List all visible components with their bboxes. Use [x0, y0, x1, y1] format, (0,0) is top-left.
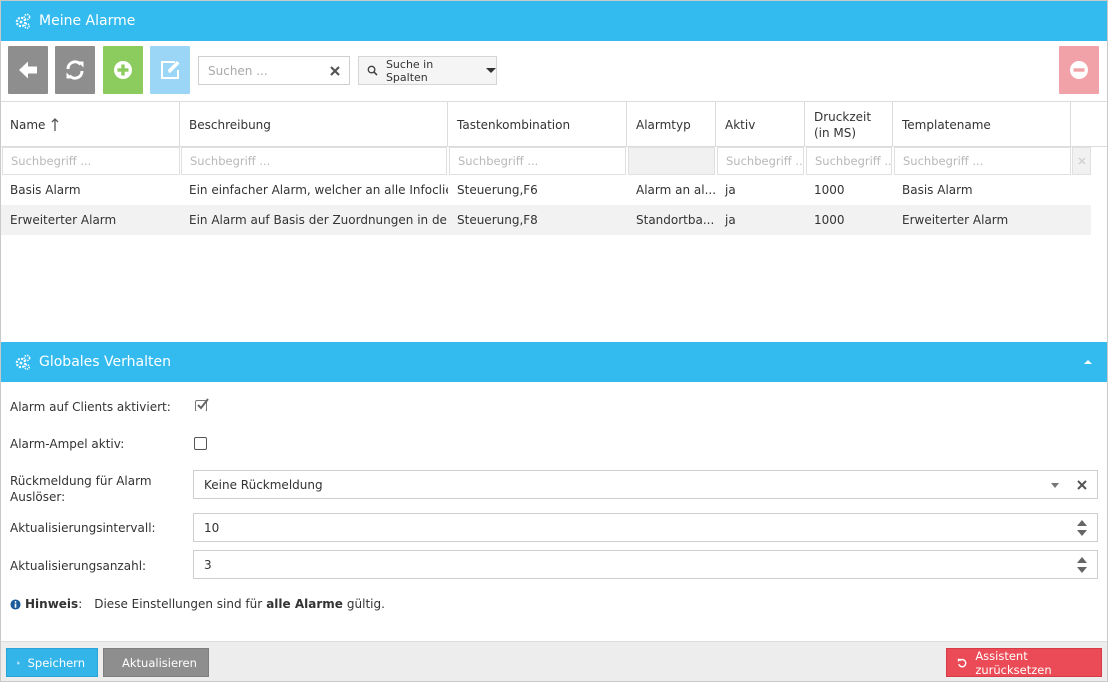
checked-checkbox-icon — [195, 398, 209, 411]
caret-down-icon — [486, 68, 496, 73]
decrement-icon[interactable] — [1077, 567, 1087, 573]
col-header-active[interactable]: Aktiv — [716, 102, 805, 147]
close-icon — [1078, 157, 1085, 165]
alarms-panel-title: Meine Alarme — [39, 13, 136, 29]
filter-clear-button[interactable] — [1072, 147, 1091, 175]
remove-button[interactable] — [1059, 46, 1099, 94]
back-button[interactable] — [8, 46, 48, 94]
filter-active[interactable]: Suchbegriff ... — [717, 147, 804, 175]
column-search-label: Suche in Spalten — [385, 57, 434, 84]
filter-hotkey[interactable]: Suchbegriff ... — [449, 147, 626, 175]
count-stepper[interactable]: 3 — [193, 550, 1098, 579]
gears-icon — [15, 354, 31, 370]
update-button[interactable]: Aktualisieren — [103, 648, 209, 677]
cell-description: Ein einfacher Alarm, welcher an alle Inf… — [189, 183, 448, 197]
chevron-up-icon[interactable] — [1083, 357, 1093, 367]
cell-alarmtype: Alarm an al... — [636, 183, 716, 197]
alarm-clients-checkbox[interactable] — [194, 398, 209, 412]
cell-active: ja — [725, 183, 736, 197]
minus-circle-icon — [1070, 61, 1088, 79]
cell-description: Ein Alarm auf Basis der Zuordnungen in d… — [189, 213, 448, 227]
col-header-description[interactable]: Beschreibung — [180, 102, 448, 147]
column-search-dropdown[interactable]: Suche in Spalten — [358, 56, 497, 85]
sort-ascending-icon — [51, 117, 59, 131]
arrow-left-icon — [19, 61, 37, 79]
decrement-icon[interactable] — [1077, 530, 1087, 536]
cell-active: ja — [725, 213, 736, 227]
interval-label: Aktualisierungsintervall: — [10, 521, 156, 535]
filter-row: Suchbegriff ... Suchbegriff ... Suchbegr… — [1, 147, 1107, 175]
interval-stepper[interactable]: 10 — [193, 513, 1098, 542]
increment-icon[interactable] — [1077, 557, 1087, 563]
cell-presstime: 1000 — [814, 183, 845, 197]
save-button[interactable]: Speichern — [6, 648, 98, 677]
toolbar: Suche in Spalten — [1, 41, 1107, 101]
cell-name: Basis Alarm — [10, 183, 81, 197]
undo-icon — [957, 658, 967, 667]
edit-button[interactable] — [150, 46, 190, 94]
count-label: Aktualisierungsanzahl: — [10, 559, 147, 573]
filter-templatename[interactable]: Suchbegriff ... — [894, 147, 1071, 175]
clear-selection-icon[interactable] — [1077, 480, 1087, 490]
filter-presstime[interactable]: Suchbegriff ... — [806, 147, 892, 175]
refresh-button[interactable] — [55, 46, 95, 94]
add-button[interactable] — [103, 46, 143, 94]
col-header-presstime[interactable]: Druckzeit (in MS) — [805, 102, 893, 147]
alarm-clients-label: Alarm auf Clients aktiviert: — [10, 400, 171, 414]
increment-icon[interactable] — [1077, 520, 1087, 526]
global-panel-header[interactable]: Globales Verhalten — [1, 342, 1107, 382]
footer-bar: Speichern Aktualisieren Assistent zurück… — [1, 641, 1107, 681]
cell-templatename: Basis Alarm — [902, 183, 973, 197]
cell-presstime: 1000 — [814, 213, 845, 227]
global-panel-title: Globales Verhalten — [39, 354, 171, 370]
search-input[interactable] — [208, 63, 323, 78]
cell-hotkey: Steuerung,F8 — [457, 213, 538, 227]
search-icon — [367, 65, 378, 76]
filter-name[interactable]: Suchbegriff ... — [2, 147, 180, 175]
cell-hotkey: Steuerung,F6 — [457, 183, 538, 197]
cell-templatename: Erweiterter Alarm — [902, 213, 1009, 227]
clear-search-icon[interactable] — [330, 66, 340, 76]
hint-text: Hinweis: Diese Einstellungen sind für al… — [10, 597, 385, 611]
table-row[interactable]: Basis Alarm Ein einfacher Alarm, welcher… — [1, 175, 1091, 205]
filter-description[interactable]: Suchbegriff ... — [181, 147, 447, 175]
table-row[interactable]: Erweiterter Alarm Ein Alarm auf Basis de… — [1, 205, 1091, 235]
cell-name: Erweiterter Alarm — [10, 213, 117, 227]
filter-alarmtype — [628, 147, 715, 175]
col-header-alarmtype[interactable]: Alarmtyp — [627, 102, 716, 147]
search-box[interactable] — [198, 56, 350, 85]
plus-circle-icon — [114, 61, 132, 79]
col-header-templatename[interactable]: Templatename — [893, 102, 1071, 147]
alarms-panel-header: Meine Alarme — [1, 1, 1107, 41]
alarm-ampel-label: Alarm-Ampel aktiv: — [10, 437, 125, 451]
grid-header: Name Beschreibung Tastenkombination Alar… — [1, 101, 1107, 147]
chevron-down-icon[interactable] — [1051, 483, 1059, 488]
alarm-ampel-checkbox[interactable] — [194, 437, 207, 450]
reset-wizard-button[interactable]: Assistent zurücksetzen — [946, 648, 1102, 677]
col-header-hotkey[interactable]: Tastenkombination — [448, 102, 627, 147]
edit-icon — [161, 61, 180, 79]
feedback-select[interactable]: Keine Rückmeldung — [193, 470, 1098, 499]
feedback-label: Rückmeldung für Alarm Auslöser: — [10, 474, 152, 504]
info-icon — [10, 598, 21, 610]
floppy-disk-icon — [17, 661, 20, 664]
cell-alarmtype: Standortba... — [636, 213, 715, 227]
refresh-icon — [66, 60, 84, 80]
gears-icon — [15, 13, 31, 29]
col-header-name[interactable]: Name — [1, 102, 180, 147]
